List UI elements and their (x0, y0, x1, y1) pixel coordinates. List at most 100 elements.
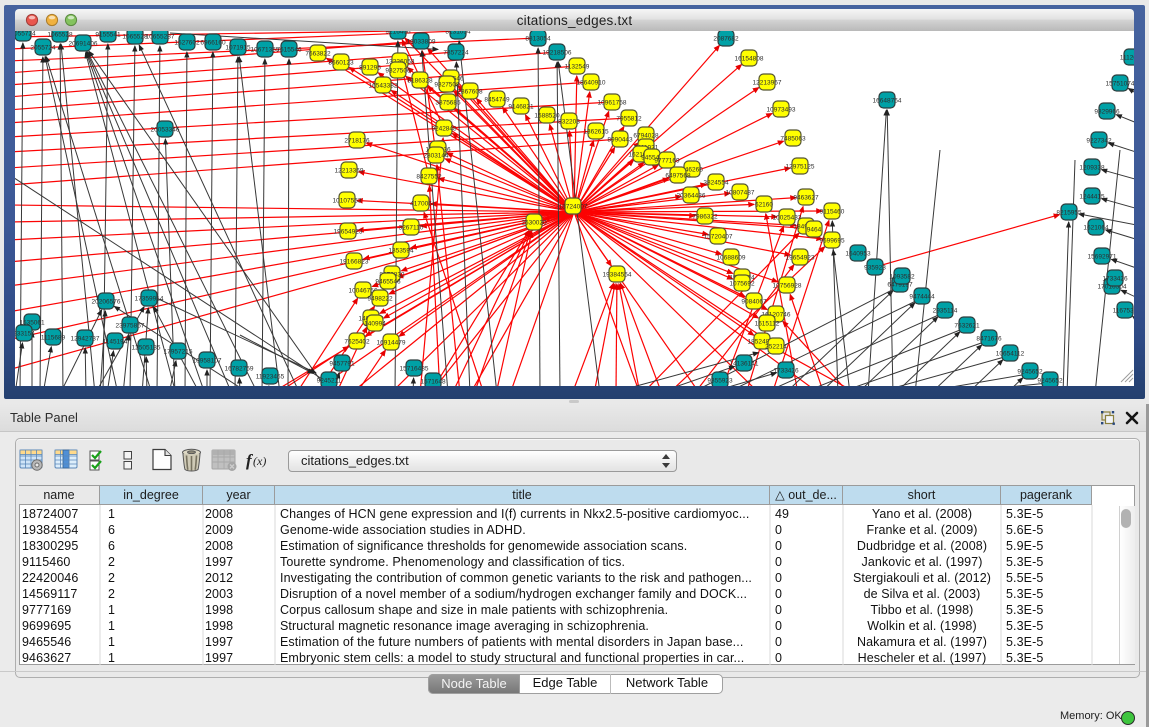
svg-text:8454749: 8454749 (484, 97, 510, 104)
svg-text:1112049: 1112049 (1120, 55, 1134, 62)
svg-text:7955812: 7955812 (616, 116, 642, 123)
svg-text:9464: 9464 (807, 227, 822, 234)
svg-text:23975867: 23975867 (116, 323, 145, 330)
svg-text:8471676: 8471676 (976, 336, 1002, 343)
svg-text:8990443: 8990443 (607, 137, 633, 144)
svg-text:12975125: 12975125 (786, 164, 815, 171)
svg-text:1075692: 1075692 (729, 281, 755, 288)
svg-text:10807487: 10807487 (726, 190, 755, 197)
svg-text:7357224: 7357224 (443, 50, 469, 57)
svg-text:9216406: 9216406 (385, 31, 411, 36)
svg-text:20053346: 20053346 (151, 127, 180, 134)
svg-text:1571648: 1571648 (420, 379, 446, 386)
svg-text:12213967: 12213967 (753, 80, 782, 87)
svg-text:9329966: 9329966 (1094, 109, 1120, 116)
svg-text:17359914: 17359914 (135, 296, 164, 303)
svg-text:10655287: 10655287 (146, 34, 175, 41)
svg-text:1244415: 1244415 (1079, 194, 1105, 201)
svg-text:10756928: 10756928 (773, 283, 802, 290)
svg-text:12505135: 12505135 (132, 345, 161, 352)
svg-text:18640910: 18640910 (577, 80, 606, 87)
svg-text:933154: 933154 (15, 331, 35, 338)
svg-text:19654923: 19654923 (786, 255, 815, 262)
svg-text:10958107: 10958107 (193, 358, 222, 365)
svg-text:1621064: 1621064 (1083, 225, 1109, 232)
svg-text:16782759: 16782759 (225, 366, 254, 373)
svg-text:10654112: 10654112 (996, 351, 1025, 358)
svg-text:10973493: 10973493 (767, 107, 796, 114)
svg-text:1527602: 1527602 (174, 40, 200, 47)
svg-text:252214: 252214 (765, 344, 787, 351)
svg-text:7485063: 7485063 (780, 136, 806, 143)
svg-text:9457791: 9457791 (329, 361, 355, 368)
svg-text:20691406: 20691406 (69, 41, 98, 48)
svg-text:19384554: 19384554 (603, 272, 632, 279)
svg-text:2867608: 2867608 (457, 89, 483, 96)
svg-text:10688609: 10688609 (717, 255, 746, 262)
svg-text:1353594: 1353594 (388, 248, 414, 255)
svg-text:1733426: 1733426 (773, 368, 799, 375)
svg-text:19218506: 19218506 (543, 50, 572, 57)
svg-text:12942737: 12942737 (71, 336, 100, 343)
svg-text:8131054: 8131054 (445, 31, 471, 36)
svg-text:20364436: 20364436 (677, 193, 706, 200)
svg-text:6497568: 6497568 (665, 173, 691, 180)
svg-text:19166823: 19166823 (340, 259, 369, 266)
svg-text:8660123: 8660123 (328, 60, 354, 67)
svg-text:9463627: 9463627 (793, 195, 819, 202)
svg-text:9115460: 9115460 (820, 209, 845, 216)
svg-text:15720407: 15720407 (704, 234, 733, 241)
svg-text:62160: 62160 (755, 202, 773, 209)
svg-text:19654923: 19654923 (334, 229, 363, 236)
svg-text:8813054: 8813054 (525, 36, 551, 43)
svg-text:2087682: 2087682 (713, 36, 739, 43)
svg-text:15692971: 15692971 (1088, 254, 1117, 261)
svg-text:9699695: 9699695 (819, 238, 845, 245)
svg-text:12213369: 12213369 (335, 168, 364, 175)
svg-text:(x): (x) (253, 454, 266, 468)
svg-text:16648764: 16648764 (873, 98, 902, 105)
svg-text:1093582: 1093582 (889, 274, 915, 281)
svg-text:1209338: 1209338 (1079, 165, 1105, 172)
svg-text:8427552: 8427552 (416, 174, 442, 181)
svg-text:9227342: 9227342 (1086, 138, 1112, 145)
svg-text:10107553: 10107553 (333, 198, 362, 205)
svg-text:9245652: 9245652 (1017, 369, 1043, 376)
svg-text:9465546: 9465546 (375, 279, 401, 286)
svg-text:3267110: 3267110 (399, 225, 424, 232)
svg-text:7625402: 7625402 (344, 339, 370, 346)
svg-text:2718176: 2718176 (344, 138, 370, 145)
svg-text:20206576: 20206576 (92, 299, 121, 306)
svg-text:2530020: 2530020 (521, 220, 547, 227)
svg-text:2055724: 2055724 (15, 31, 36, 38)
svg-text:9474444: 9474444 (909, 294, 935, 301)
svg-text:1588520: 1588520 (534, 113, 560, 120)
svg-text:1733426: 1733426 (1102, 276, 1128, 283)
svg-text:1145194: 1145194 (103, 339, 128, 346)
svg-text:6966160: 6966160 (200, 40, 226, 47)
svg-text:16543382: 16543382 (369, 83, 398, 90)
svg-text:10025433: 10025433 (773, 215, 802, 222)
svg-text:1115689: 1115689 (41, 335, 66, 342)
svg-text:2055724: 2055724 (30, 45, 56, 52)
svg-text:9245652: 9245652 (1037, 378, 1063, 385)
svg-text:18724007: 18724007 (559, 204, 588, 211)
svg-text:15716485: 15716485 (400, 366, 429, 373)
svg-text:2803144: 2803144 (423, 153, 449, 160)
svg-text:9084067: 9084067 (741, 299, 767, 306)
svg-text:8215955: 8215955 (1056, 210, 1082, 217)
svg-text:1167533: 1167533 (1113, 308, 1134, 315)
svg-text:1065528: 1065528 (47, 32, 73, 39)
svg-text:3824554: 3824554 (703, 180, 729, 187)
svg-text:16154808: 16154808 (735, 56, 764, 63)
svg-text:10961758: 10961758 (598, 100, 627, 107)
svg-text:9155541: 9155541 (95, 32, 121, 39)
svg-text:140994: 140994 (364, 321, 386, 328)
svg-text:9245211: 9245211 (317, 378, 342, 385)
svg-text:16033809: 16033809 (407, 39, 436, 46)
svg-text:1132549: 1132549 (565, 64, 590, 71)
svg-text:832203: 832203 (558, 119, 580, 126)
svg-text:2935114: 2935114 (933, 308, 958, 315)
svg-text:935923: 935923 (864, 265, 886, 272)
svg-text:7632621: 7632621 (954, 323, 980, 330)
